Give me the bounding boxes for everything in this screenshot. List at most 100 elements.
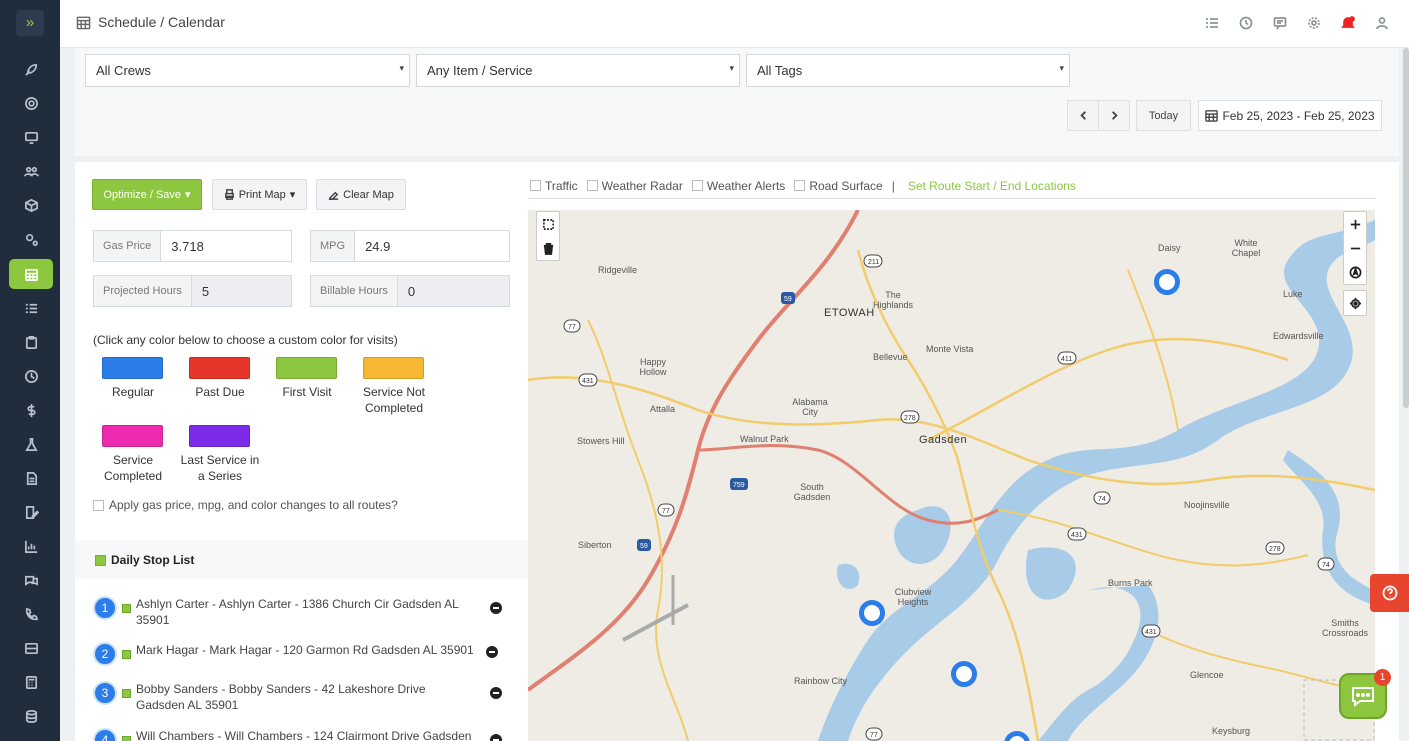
checkbox-box[interactable] (691, 180, 703, 191)
select-area-icon[interactable] (537, 212, 559, 236)
stop-checkbox[interactable] (122, 650, 131, 659)
swatch-service-not-completed[interactable] (363, 357, 424, 379)
monitor-icon[interactable] (9, 122, 53, 152)
support-icon[interactable] (9, 88, 53, 118)
swatch-label-past-due: Past Due (195, 385, 245, 399)
message-icon[interactable] (1273, 16, 1287, 30)
stop-item[interactable]: 2 Mark Hagar - Mark Hagar - 120 Garmon R… (93, 642, 498, 666)
road-surface-checkbox[interactable]: Road Surface (794, 179, 883, 193)
stop-item[interactable]: 4 Will Chambers - Will Chambers - 124 Cl… (93, 728, 502, 741)
remove-stop-icon[interactable] (490, 734, 502, 741)
stop-list-checkbox[interactable]: Daily Stop List (95, 553, 194, 567)
locate-me-icon[interactable] (1344, 291, 1366, 315)
swatch-last-service[interactable] (189, 425, 250, 447)
next-day-button[interactable] (1098, 100, 1130, 131)
service-select[interactable]: Any Item / Service (416, 54, 740, 87)
swatch-first-visit[interactable] (276, 357, 337, 379)
gears-icon[interactable] (9, 224, 53, 254)
map-place: Attalla (650, 404, 676, 414)
remove-stop-icon[interactable] (490, 602, 502, 614)
checklist-icon[interactable] (9, 293, 53, 323)
settings-icon[interactable] (1307, 16, 1321, 30)
map-stop-marker[interactable] (859, 600, 885, 626)
zoom-out-icon[interactable] (1344, 236, 1366, 260)
user-icon[interactable] (1375, 16, 1389, 30)
storage-icon[interactable] (9, 633, 53, 663)
swatch-service-completed[interactable] (102, 425, 163, 447)
remove-stop-icon[interactable] (486, 646, 498, 658)
box-icon[interactable] (9, 190, 53, 220)
mpg-input[interactable]: 24.9 (355, 231, 509, 261)
traffic-checkbox[interactable]: Traffic (530, 179, 578, 193)
calendar-icon[interactable] (9, 259, 53, 289)
zoom-in-icon[interactable] (1344, 212, 1366, 236)
route-shield: 77 (662, 508, 670, 515)
clipboard-icon[interactable] (9, 327, 53, 357)
today-button[interactable]: Today (1136, 100, 1191, 131)
clear-map-button[interactable]: Clear Map (316, 179, 406, 210)
rocket-icon[interactable] (9, 54, 53, 84)
separator: | (891, 179, 895, 193)
checkbox-box[interactable] (794, 180, 806, 191)
help-button[interactable] (1370, 574, 1409, 612)
map-place: Walnut Park (740, 434, 789, 444)
print-map-button[interactable]: Print Map ▾ (212, 179, 307, 210)
bar-chart-icon[interactable] (9, 531, 53, 561)
stop-text: Will Chambers - Will Chambers - 124 Clai… (136, 729, 472, 741)
flask-icon[interactable] (9, 429, 53, 459)
history-icon[interactable] (1239, 16, 1253, 30)
stop-item[interactable]: 3 Bobby Sanders - Bobby Sanders - 42 Lak… (93, 681, 502, 713)
map-place: Burns Park (1108, 578, 1153, 588)
map-stop-marker[interactable] (1154, 269, 1180, 295)
calculator-icon[interactable] (9, 667, 53, 697)
phone-icon[interactable] (9, 599, 53, 629)
apply-all-routes-checkbox[interactable]: Apply gas price, mpg, and color changes … (93, 498, 398, 512)
gas-price-input[interactable]: 3.718 (161, 231, 291, 261)
stop-checkbox[interactable] (122, 689, 131, 698)
swatch-past-due[interactable] (189, 357, 250, 379)
document-icon[interactable] (9, 463, 53, 493)
database-icon[interactable] (9, 701, 53, 731)
map-place: Luke (1283, 289, 1303, 299)
checkbox-box[interactable] (530, 180, 541, 191)
stop-checkbox[interactable] (122, 736, 131, 741)
swatch-regular[interactable] (102, 357, 163, 379)
stop-checkbox[interactable] (122, 604, 131, 613)
map-stop-marker[interactable] (951, 661, 977, 687)
mpg-label: MPG (311, 231, 356, 261)
calendar-icon (1205, 110, 1219, 122)
route-shield: 431 (1071, 532, 1083, 539)
tags-select[interactable]: All Tags (746, 54, 1070, 87)
map-place: Alabama City (792, 397, 828, 417)
task-list-icon[interactable] (1205, 16, 1219, 30)
users-icon[interactable] (9, 156, 53, 186)
checkbox-box[interactable] (586, 180, 598, 191)
weather-radar-checkbox[interactable]: Weather Radar (586, 179, 683, 193)
live-chat-button[interactable]: 1 (1339, 669, 1391, 719)
route-map[interactable]: 211 59 77 431 278 411 759 74 431 278 74 … (528, 210, 1375, 741)
route-shield: 431 (582, 378, 594, 385)
map-place: Ridgeville (598, 265, 638, 275)
crew-select[interactable]: All Crews (85, 54, 410, 87)
edit-document-icon[interactable] (9, 497, 53, 527)
map-place: South Gadsden (793, 482, 831, 502)
route-shield: 77 (870, 732, 878, 739)
checkbox-box[interactable] (93, 499, 104, 511)
compass-icon[interactable] (1344, 260, 1366, 284)
gas-price-field: Gas Price 3.718 (93, 230, 292, 262)
weather-alerts-checkbox[interactable]: Weather Alerts (691, 179, 785, 193)
date-range-picker[interactable]: Feb 25, 2023 - Feb 25, 2023 (1198, 100, 1382, 131)
set-route-locations-link[interactable]: Set Route Start / End Locations (908, 179, 1076, 193)
optimize-save-button[interactable]: Optimize / Save ▾ (92, 179, 202, 210)
checkbox-box[interactable] (95, 554, 106, 566)
remove-stop-icon[interactable] (490, 687, 502, 699)
previous-day-button[interactable] (1067, 100, 1099, 131)
clock-icon[interactable] (9, 361, 53, 391)
trash-icon[interactable] (537, 236, 559, 260)
stop-item[interactable]: 1 Ashlyn Carter - Ashlyn Carter - 1386 C… (93, 596, 502, 628)
chat-icon[interactable] (9, 565, 53, 595)
notification-bell-icon[interactable] (1340, 16, 1356, 30)
sidebar-toggle-button[interactable]: » (16, 10, 44, 36)
page-scrollbar[interactable] (1403, 48, 1409, 408)
dollar-icon[interactable] (9, 395, 53, 425)
